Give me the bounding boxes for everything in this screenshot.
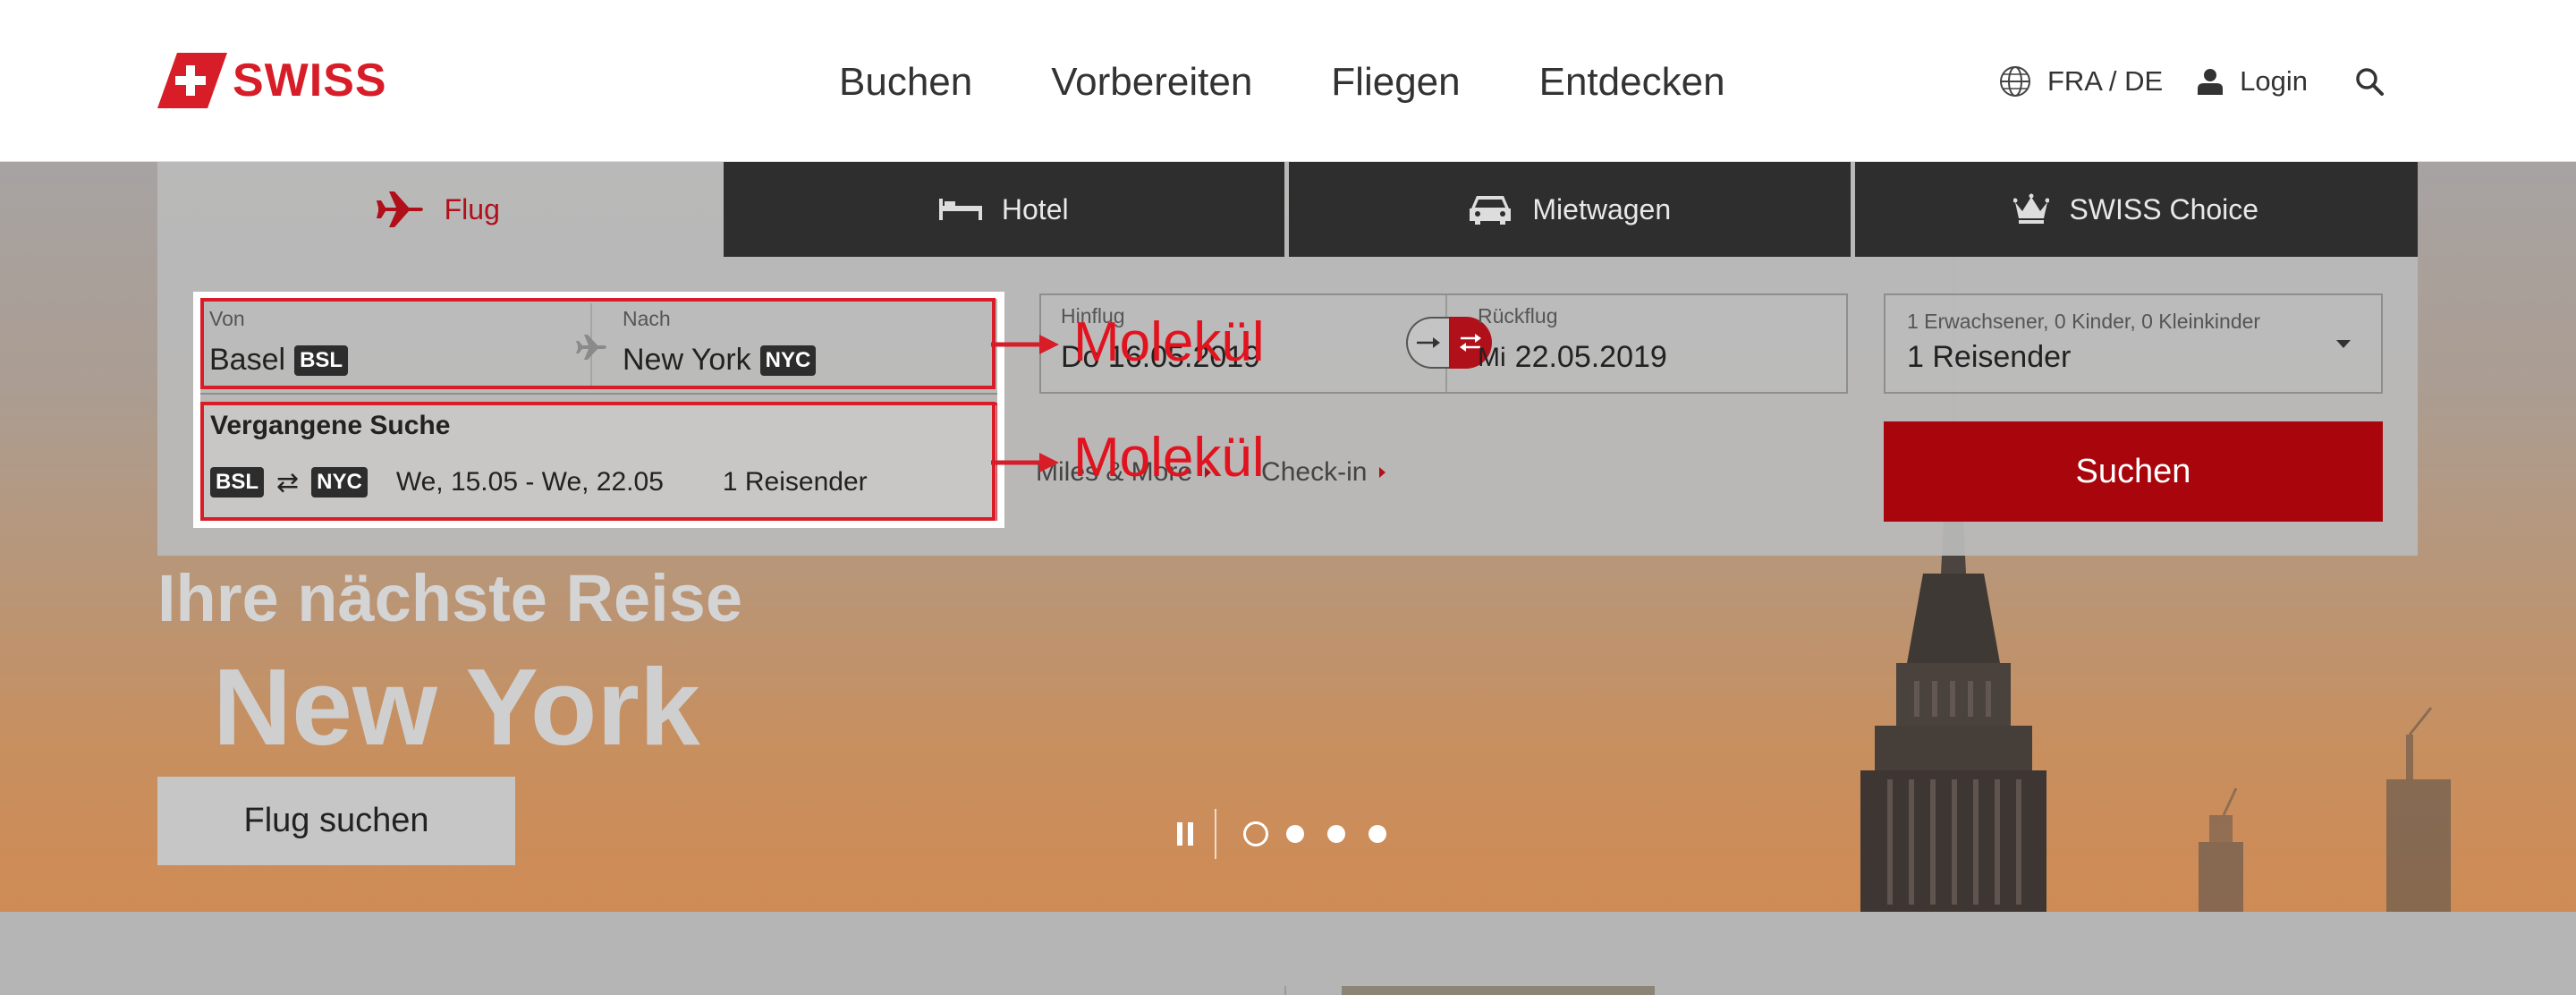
logo-wordmark: SWISS xyxy=(233,55,387,106)
booking-tabs: Flug Hotel Mietwagen SWISS Choice xyxy=(157,162,2418,257)
nav-item-fliegen[interactable]: Fliegen xyxy=(1331,55,1460,109)
tab-swiss-choice-label: SWISS Choice xyxy=(2069,192,2259,225)
hero-kicker: Ihre nächste Reise xyxy=(157,561,742,635)
tab-mietwagen[interactable]: Mietwagen xyxy=(1289,162,1851,257)
passengers-select[interactable]: 1 Erwachsener, 0 Kinder, 0 Kleinkinder 1… xyxy=(1884,293,2383,394)
tab-flug-label: Flug xyxy=(444,192,500,225)
pause-button[interactable] xyxy=(1177,822,1193,846)
language-selector[interactable]: FRA / DE xyxy=(1999,59,2163,104)
return-value: Mi 22.05.2019 xyxy=(1478,340,1667,375)
swiss-logo[interactable]: SWISS xyxy=(157,52,387,109)
carousel-dot-3[interactable] xyxy=(1327,825,1345,843)
swiss-flag-icon xyxy=(157,53,227,108)
airplane-icon xyxy=(376,191,423,227)
crown-icon xyxy=(2013,193,2050,224)
annotation-frame-route xyxy=(200,298,996,389)
carousel-dot-1[interactable] xyxy=(1243,821,1268,846)
annotation-arrow-1 xyxy=(991,335,1059,354)
search-icon xyxy=(2356,68,2384,96)
section-divider xyxy=(1284,986,1286,995)
login-label: Login xyxy=(2240,65,2308,97)
globe-icon xyxy=(1999,66,2030,97)
nav-item-entdecken[interactable]: Entdecken xyxy=(1539,55,1725,109)
annotation-frame-past-search xyxy=(200,402,996,521)
hero-title: New York xyxy=(213,646,700,768)
chevron-down-icon xyxy=(2336,340,2351,348)
check-in-label: Check-in xyxy=(1261,457,1368,487)
bed-icon xyxy=(938,199,982,220)
pause-bar xyxy=(1188,822,1193,846)
site-header: SWISS Buchen Vorbereiten Fliegen Entdeck… xyxy=(0,0,2576,162)
swap-arrow-icon xyxy=(1406,317,1449,369)
passengers-detail: 1 Erwachsener, 0 Kinder, 0 Kleinkinder xyxy=(1907,310,2261,333)
login-button[interactable]: Login xyxy=(2197,59,2308,104)
annotation-label-2: Molekül xyxy=(1073,427,1265,489)
carousel-dot-2[interactable] xyxy=(1286,825,1304,843)
return-date: 22.05.2019 xyxy=(1514,340,1667,374)
tab-swiss-choice[interactable]: SWISS Choice xyxy=(1854,162,2418,257)
pause-bar xyxy=(1177,822,1182,846)
return-day: Mi xyxy=(1478,342,1506,372)
chevron-right-icon xyxy=(1379,467,1386,478)
check-in-link[interactable]: Check-in xyxy=(1261,457,1386,488)
passengers-value: 1 Reisender xyxy=(1907,340,2072,374)
header-tools: FRA / DE Login xyxy=(1999,59,2401,104)
car-icon xyxy=(1470,196,1512,225)
language-label: FRA / DE xyxy=(2046,65,2164,97)
annotation-arrow-2 xyxy=(991,453,1059,472)
tab-hotel-label: Hotel xyxy=(1001,192,1069,225)
teaser-image xyxy=(1342,986,1655,995)
user-icon xyxy=(2198,69,2224,95)
return-date-field[interactable]: Rückflug Mi 22.05.2019 xyxy=(1447,295,1846,392)
return-label: Rückflug xyxy=(1478,304,1558,327)
search-flights-button[interactable]: Suchen xyxy=(1884,421,2383,522)
content-section-band xyxy=(0,912,2576,995)
tab-flug[interactable]: Flug xyxy=(157,162,719,257)
tab-mietwagen-label: Mietwagen xyxy=(1532,192,1672,225)
nav-item-buchen[interactable]: Buchen xyxy=(839,55,972,109)
search-button[interactable] xyxy=(2354,66,2401,97)
annotation-label-1: Molekül xyxy=(1073,311,1265,373)
carousel-divider xyxy=(1215,809,1216,859)
carousel-controls xyxy=(1177,807,1410,861)
tab-hotel[interactable]: Hotel xyxy=(723,162,1284,257)
main-nav: Buchen Vorbereiten Fliegen Entdecken xyxy=(839,55,1725,109)
carousel-dot-4[interactable] xyxy=(1368,825,1386,843)
nav-item-vorbereiten[interactable]: Vorbereiten xyxy=(1051,55,1252,109)
search-flight-cta-button[interactable]: Flug suchen xyxy=(157,777,515,865)
